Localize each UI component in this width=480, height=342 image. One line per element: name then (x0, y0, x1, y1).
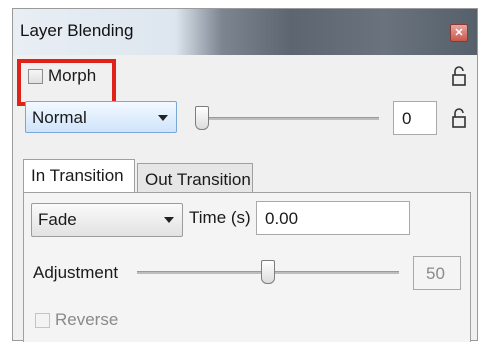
reverse-label[interactable]: Reverse (55, 310, 118, 330)
time-value: 0.00 (265, 209, 299, 228)
morph-highlight-box (17, 59, 116, 106)
tab-out-transition[interactable]: Out Transition (137, 163, 253, 193)
panel-title: Layer Blending (20, 21, 134, 40)
lock-icon[interactable] (451, 107, 467, 129)
opacity-value-field[interactable]: 0 (393, 101, 437, 135)
time-input[interactable]: 0.00 (256, 201, 410, 235)
chevron-down-icon (164, 217, 174, 223)
blend-mode-dropdown[interactable]: Normal (25, 101, 177, 133)
opacity-slider-track[interactable] (199, 117, 379, 120)
close-icon[interactable]: ✕ (450, 24, 468, 42)
adjustment-value-field[interactable]: 50 (413, 256, 461, 290)
adjustment-value: 50 (426, 264, 445, 283)
reverse-checkbox[interactable] (35, 313, 50, 328)
time-label: Time (s) (189, 208, 251, 227)
blend-mode-value: Normal (32, 108, 87, 127)
tab-out-transition-label: Out Transition (145, 170, 251, 189)
chevron-down-icon (158, 115, 168, 121)
title-bar[interactable]: Layer Blending ✕ (13, 9, 477, 55)
adjustment-slider-thumb[interactable] (261, 260, 275, 284)
tab-in-transition[interactable]: In Transition (23, 159, 135, 193)
transition-type-value: Fade (38, 210, 77, 229)
opacity-slider-thumb[interactable] (195, 106, 209, 130)
lock-icon[interactable] (451, 65, 467, 87)
transition-type-dropdown[interactable]: Fade (31, 203, 183, 237)
layer-blending-panel: Layer Blending ✕ Morph Normal 0 In Trans… (12, 8, 478, 342)
tab-in-transition-label: In Transition (31, 166, 124, 185)
adjustment-label: Adjustment (33, 263, 119, 282)
opacity-value: 0 (402, 109, 412, 128)
